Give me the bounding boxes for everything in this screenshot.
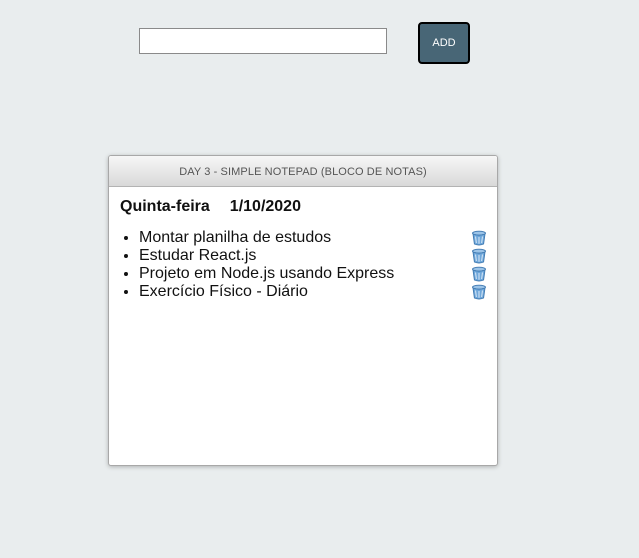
trash-icon[interactable]	[471, 284, 487, 300]
task-text: Exercício Físico - Diário	[139, 283, 308, 300]
date-label: 1/10/2020	[229, 198, 301, 215]
notepad-body: Quinta-feira 1/10/2020 Montar planilha de…	[109, 187, 497, 301]
task-item: Projeto em Node.js usando Express	[139, 265, 486, 283]
task-list: Montar planilha de estudos Estudar React…	[120, 229, 486, 301]
task-text: Estudar React.js	[139, 247, 257, 264]
task-text: Montar planilha de estudos	[139, 229, 332, 246]
add-button[interactable]: ADD	[418, 22, 470, 64]
task-item: Montar planilha de estudos	[139, 229, 486, 247]
weekday-label: Quinta-feira	[120, 198, 210, 215]
trash-icon[interactable]	[471, 248, 487, 264]
notepad: DAY 3 - SIMPLE NOTEPAD (BLOCO DE NOTAS) …	[108, 155, 498, 466]
notepad-title: DAY 3 - SIMPLE NOTEPAD (BLOCO DE NOTAS)	[109, 156, 497, 187]
task-input[interactable]	[139, 28, 387, 54]
task-text: Projeto em Node.js usando Express	[139, 265, 395, 282]
date-line: Quinta-feira 1/10/2020	[120, 197, 486, 217]
task-item: Exercício Físico - Diário	[139, 283, 486, 301]
task-item: Estudar React.js	[139, 247, 486, 265]
trash-icon[interactable]	[471, 230, 487, 246]
trash-icon[interactable]	[471, 266, 487, 282]
